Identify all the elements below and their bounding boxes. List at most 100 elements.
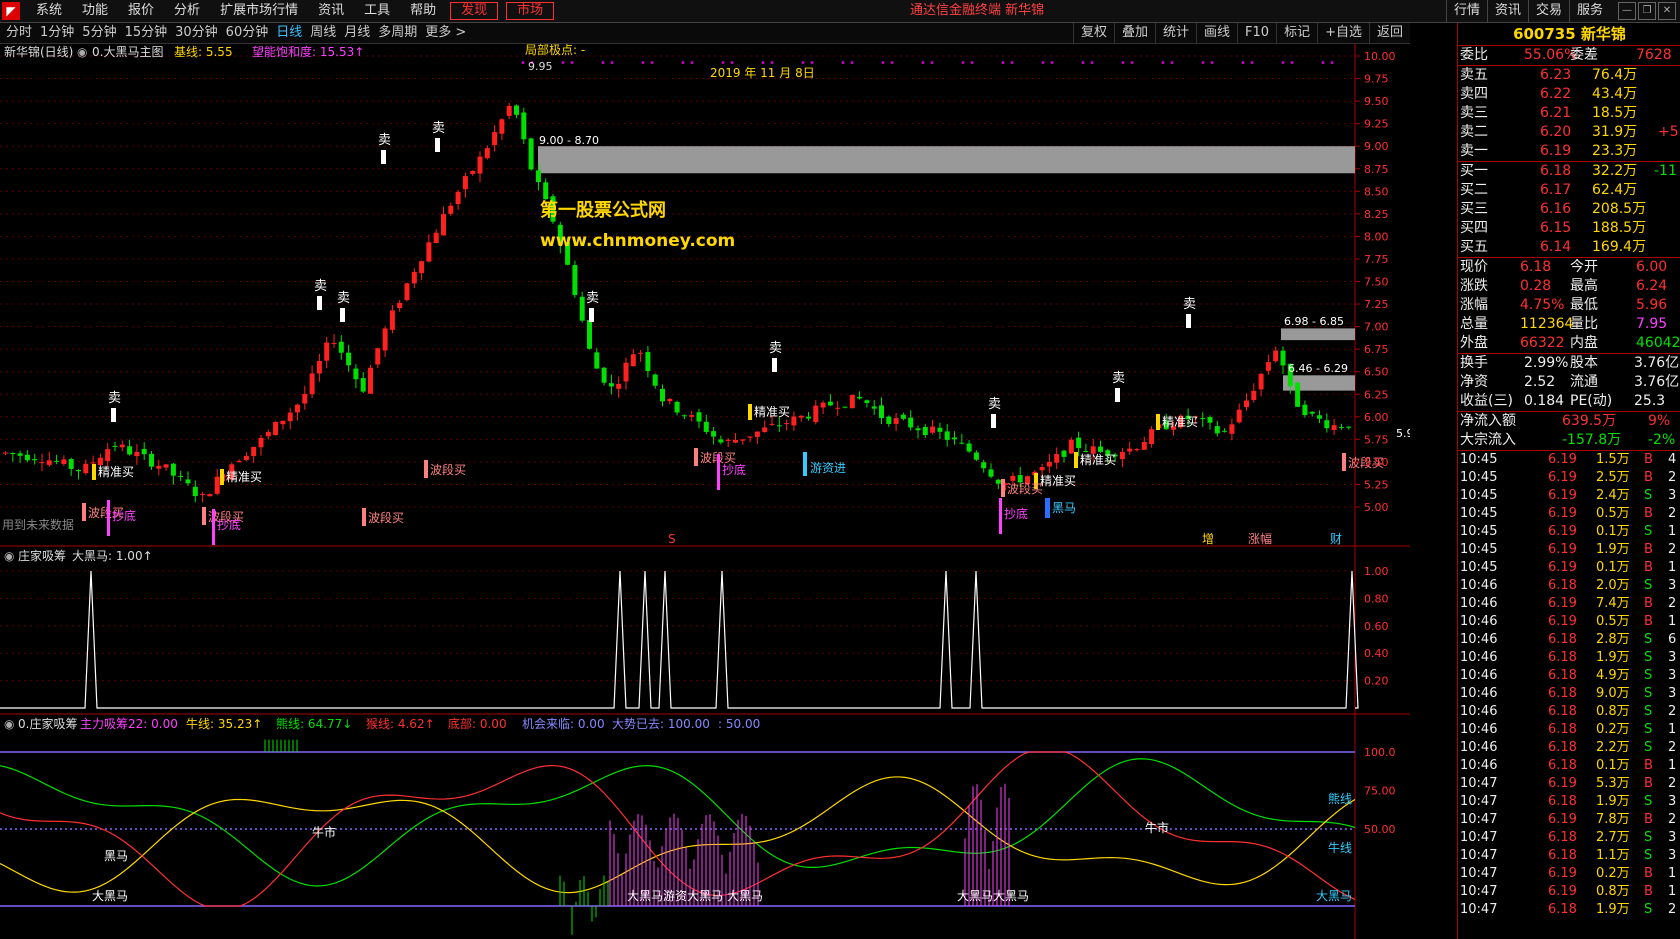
svg-text:• •: • • <box>640 58 655 69</box>
quote-cell: 1.9万 <box>1596 902 1630 917</box>
candle <box>1068 439 1074 454</box>
y-tick-label: 9.00 <box>1364 140 1389 153</box>
period-tab-10[interactable]: 更多 > <box>421 23 470 43</box>
candle <box>441 214 446 236</box>
period-tab-1[interactable]: 1分钟 <box>36 23 78 43</box>
candle <box>1127 448 1133 452</box>
quote-cell: 10:47 <box>1460 776 1498 791</box>
panel2-settings-icon[interactable]: ◉ <box>4 549 14 563</box>
candle <box>1200 418 1206 420</box>
candle <box>1076 437 1082 449</box>
menu-item-2[interactable]: 报价 <box>118 0 164 22</box>
candle <box>1222 430 1228 432</box>
period-tab-9[interactable]: 多周期 <box>374 23 421 43</box>
right-menu-item-2[interactable]: 交易 <box>1527 0 1569 22</box>
chart-area[interactable]: 卖卖卖卖卖卖卖卖卖卖精准买 精准买 精准买 精准买 精准买 精准买 波段买 波段买 波段买 波段买… <box>0 44 1410 939</box>
candle <box>1010 476 1016 481</box>
indicator-name[interactable]: 0.大黑马主图 <box>92 45 163 59</box>
menu-item-6[interactable]: 工具 <box>354 0 400 22</box>
quote-cell: 169.4万 <box>1592 239 1647 255</box>
period-tab-2[interactable]: 5分钟 <box>78 23 120 43</box>
period-tab-5[interactable]: 60分钟 <box>222 23 273 43</box>
indicator-settings-icon[interactable]: ◉ <box>77 45 87 59</box>
quote-cell: 6.19 <box>1548 470 1577 485</box>
tool-button-0[interactable]: 复权 <box>1072 23 1114 43</box>
menu-item-4[interactable]: 扩展市场行情 <box>210 0 308 22</box>
menu-item-0[interactable]: 系统 <box>26 0 72 22</box>
quote-cell: 10:47 <box>1460 884 1498 899</box>
quote-cell: 7628 <box>1636 47 1672 63</box>
kline-chart-svg[interactable]: 卖卖卖卖卖 卖卖卖卖卖精准买 精准买精准买精准买精准买精准买波段买 波段买 波段买波段买… <box>0 44 1410 939</box>
candle <box>674 401 680 413</box>
period-tab-4[interactable]: 30分钟 <box>171 23 222 43</box>
quote-row: 卖五 6.23 76.4万 <box>1458 65 1680 85</box>
quote-cell: 1 <box>1668 722 1677 737</box>
right-menu-item-1[interactable]: 资讯 <box>1486 0 1528 22</box>
quote-cell: 62.4万 <box>1592 182 1638 198</box>
candle <box>192 486 198 497</box>
period-tab-0[interactable]: 分时 <box>2 23 36 43</box>
candle <box>696 412 702 422</box>
candle <box>265 431 271 437</box>
menu-item-3[interactable]: 分析 <box>164 0 210 22</box>
quote-cell: S <box>1644 668 1653 683</box>
y-tick-label: 7.00 <box>1364 321 1389 334</box>
quote-cell: 2.8万 <box>1596 632 1630 647</box>
quote-cell: 买一 <box>1460 163 1488 179</box>
tick-row: 10:46 6.18 2.2万 S 2 <box>1458 739 1680 757</box>
candle <box>616 383 622 389</box>
y-tick-label: 5.25 <box>1364 478 1389 491</box>
tool-button-1[interactable]: 叠加 <box>1113 23 1155 43</box>
p3-y-tick: 100.0 <box>1364 746 1396 759</box>
restore-icon[interactable]: ❐ <box>1638 2 1656 20</box>
quote-cell: 净流入额 <box>1460 413 1516 429</box>
tool-button-2[interactable]: 统计 <box>1155 23 1196 43</box>
quote-cell: S <box>1644 704 1653 719</box>
quote-cell: 6.18 <box>1520 259 1552 275</box>
peak-price-label: 9.95 <box>528 60 553 73</box>
menu-item-1[interactable]: 功能 <box>72 0 118 22</box>
candle <box>39 462 45 464</box>
quote-cell: B <box>1644 866 1653 881</box>
quote-cell: S <box>1644 830 1653 845</box>
period-tab-6[interactable]: 日线 <box>272 23 306 43</box>
menu-item-5[interactable]: 资讯 <box>308 0 354 22</box>
quote-cell: 0.2万 <box>1596 866 1630 881</box>
period-tab-3[interactable]: 15分钟 <box>121 23 172 43</box>
right-menu-item-0[interactable]: 行情 <box>1445 0 1487 22</box>
tool-button-7[interactable]: 返回 <box>1368 23 1410 43</box>
quote-cell: PE(动) <box>1570 393 1613 409</box>
period-tab-7[interactable]: 周线 <box>306 23 340 43</box>
candle <box>835 407 841 409</box>
quote-cell: 5.96 <box>1636 297 1668 313</box>
menu-item-7[interactable]: 帮助 <box>400 0 446 22</box>
precise-buy-signal-4: 精准买 <box>1080 453 1116 467</box>
menu-item-8[interactable]: 发现 <box>450 2 499 20</box>
y-tick-label: 7.50 <box>1364 276 1389 289</box>
menu-item-9[interactable]: 市场 <box>506 2 555 20</box>
close-icon[interactable]: ✕ <box>1658 2 1676 20</box>
tool-button-6[interactable]: +自选 <box>1317 23 1369 43</box>
minimize-icon[interactable]: — <box>1618 2 1636 20</box>
quote-cell: 66322 <box>1520 335 1565 351</box>
panel3-label-5: 大黑马 <box>727 889 763 903</box>
candle <box>163 464 169 468</box>
candle <box>681 415 687 417</box>
tool-button-3[interactable]: 画线 <box>1196 23 1237 43</box>
sell-signal-7: 卖 <box>988 397 1001 412</box>
panel2-value: 大黑马: 1.00↑ <box>72 549 153 563</box>
period-tab-8[interactable]: 月线 <box>340 23 374 43</box>
quote-cell: 3 <box>1668 488 1677 503</box>
right-menu: 行情 资讯 交易 服务 <box>1445 0 1610 22</box>
tool-button-5[interactable]: 标记 <box>1276 23 1317 43</box>
candle <box>127 446 133 455</box>
right-menu-item-3[interactable]: 服务 <box>1568 0 1610 22</box>
candle <box>287 412 293 422</box>
quote-row: 委比 55.06% 委差 7628 <box>1458 46 1680 65</box>
tool-button-4[interactable]: F10 <box>1237 23 1276 43</box>
p2-y-tick: 1.00 <box>1364 565 1389 578</box>
app-logo-icon: ◤ <box>2 2 20 20</box>
quote-cell: S <box>1644 488 1653 503</box>
quote-cell: 10:46 <box>1460 758 1498 773</box>
panel3-settings-icon[interactable]: ◉ <box>4 717 14 731</box>
